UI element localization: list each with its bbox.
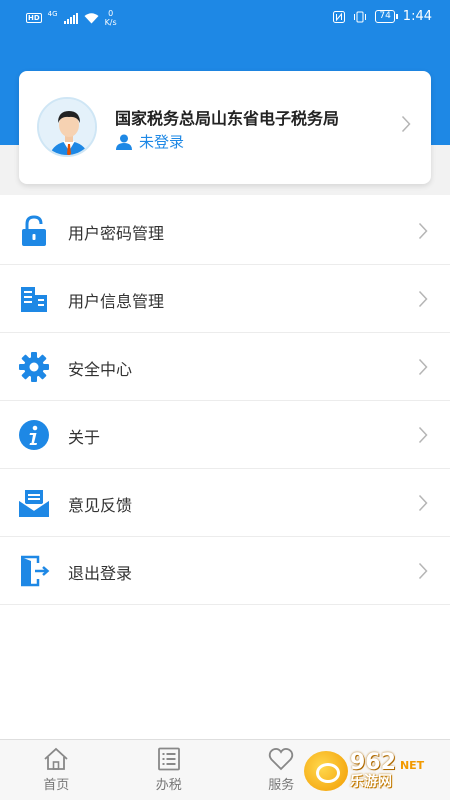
chevron-right-icon bbox=[418, 562, 428, 580]
battery-indicator: 74 bbox=[375, 10, 399, 23]
login-status-label: 未登录 bbox=[139, 133, 185, 151]
menu-item-about[interactable]: 关于 bbox=[0, 401, 450, 469]
nav-item-tax[interactable]: 办税 bbox=[113, 740, 226, 800]
home-icon bbox=[44, 747, 68, 770]
heart-icon bbox=[269, 748, 294, 771]
menu-item-security-center[interactable]: 安全中心 bbox=[0, 333, 450, 401]
network-speed-value: 0 bbox=[108, 9, 114, 18]
lock-icon bbox=[17, 214, 51, 248]
login-status[interactable]: 未登录 bbox=[115, 131, 184, 152]
user-icon bbox=[116, 134, 132, 150]
settings-menu: 用户密码管理 用户信息管理 安全中心 关于 意见反馈 退出登录 bbox=[0, 197, 450, 605]
watermark-number: 962 bbox=[350, 750, 396, 775]
org-name: 国家税务总局山东省电子税务局 bbox=[115, 109, 340, 128]
chevron-right-icon bbox=[418, 426, 428, 444]
menu-item-feedback[interactable]: 意见反馈 bbox=[0, 469, 450, 537]
tax-list-icon bbox=[157, 747, 180, 771]
chevron-right-icon bbox=[418, 290, 428, 308]
menu-item-label: 关于 bbox=[68, 428, 101, 447]
feedback-mail-icon bbox=[17, 486, 51, 520]
menu-item-user-info[interactable]: 用户信息管理 bbox=[0, 265, 450, 333]
menu-item-label: 安全中心 bbox=[68, 360, 133, 379]
chevron-right-icon bbox=[418, 494, 428, 512]
profile-card[interactable]: 国家税务总局山东省电子税务局 未登录 bbox=[19, 71, 431, 184]
chevron-right-icon bbox=[418, 358, 428, 376]
wifi-icon bbox=[84, 12, 99, 23]
watermark-emblem-icon bbox=[304, 751, 348, 791]
nav-label: 办税 bbox=[155, 778, 182, 793]
menu-item-label: 用户密码管理 bbox=[68, 224, 165, 243]
watermark-logo: 962 NET 乐游网 bbox=[304, 748, 444, 794]
nfc-icon bbox=[333, 10, 346, 23]
watermark-site: 乐游网 bbox=[350, 774, 392, 790]
hd-badge: HD bbox=[26, 13, 42, 23]
avatar bbox=[37, 97, 97, 157]
status-right: 74 1:44 bbox=[333, 9, 432, 24]
vibrate-icon bbox=[354, 11, 367, 22]
logout-door-icon bbox=[17, 554, 51, 588]
menu-item-label: 意见反馈 bbox=[68, 496, 133, 515]
info-icon bbox=[17, 418, 51, 452]
network-speed-unit: K/s bbox=[104, 18, 117, 27]
nav-label: 首页 bbox=[43, 778, 70, 793]
avatar-person-icon bbox=[39, 99, 95, 155]
menu-item-logout[interactable]: 退出登录 bbox=[0, 537, 450, 605]
nav-label: 服务 bbox=[268, 778, 295, 793]
status-bar: HD 4G 0 K/s 74 1:44 bbox=[0, 0, 450, 34]
chevron-right-icon bbox=[418, 222, 428, 240]
menu-item-label: 退出登录 bbox=[68, 564, 133, 583]
status-left: HD 4G 0 K/s bbox=[26, 9, 117, 27]
building-id-icon bbox=[17, 282, 51, 316]
chevron-right-icon bbox=[401, 115, 411, 133]
watermark-text: 962 NET 乐游网 bbox=[350, 750, 425, 791]
network-speed: 0 K/s bbox=[105, 9, 117, 27]
app-root: HD 4G 0 K/s 74 1:44 国家税务总局山东省电子税务局 未登录 用… bbox=[0, 0, 450, 800]
menu-item-label: 用户信息管理 bbox=[68, 292, 165, 311]
watermark-net: NET bbox=[399, 759, 425, 772]
nav-item-home[interactable]: 首页 bbox=[0, 740, 113, 800]
signal-icon bbox=[63, 12, 78, 24]
menu-item-password[interactable]: 用户密码管理 bbox=[0, 197, 450, 265]
gear-icon bbox=[17, 350, 51, 384]
network-type: 4G bbox=[47, 10, 58, 18]
clock: 1:44 bbox=[402, 9, 432, 24]
